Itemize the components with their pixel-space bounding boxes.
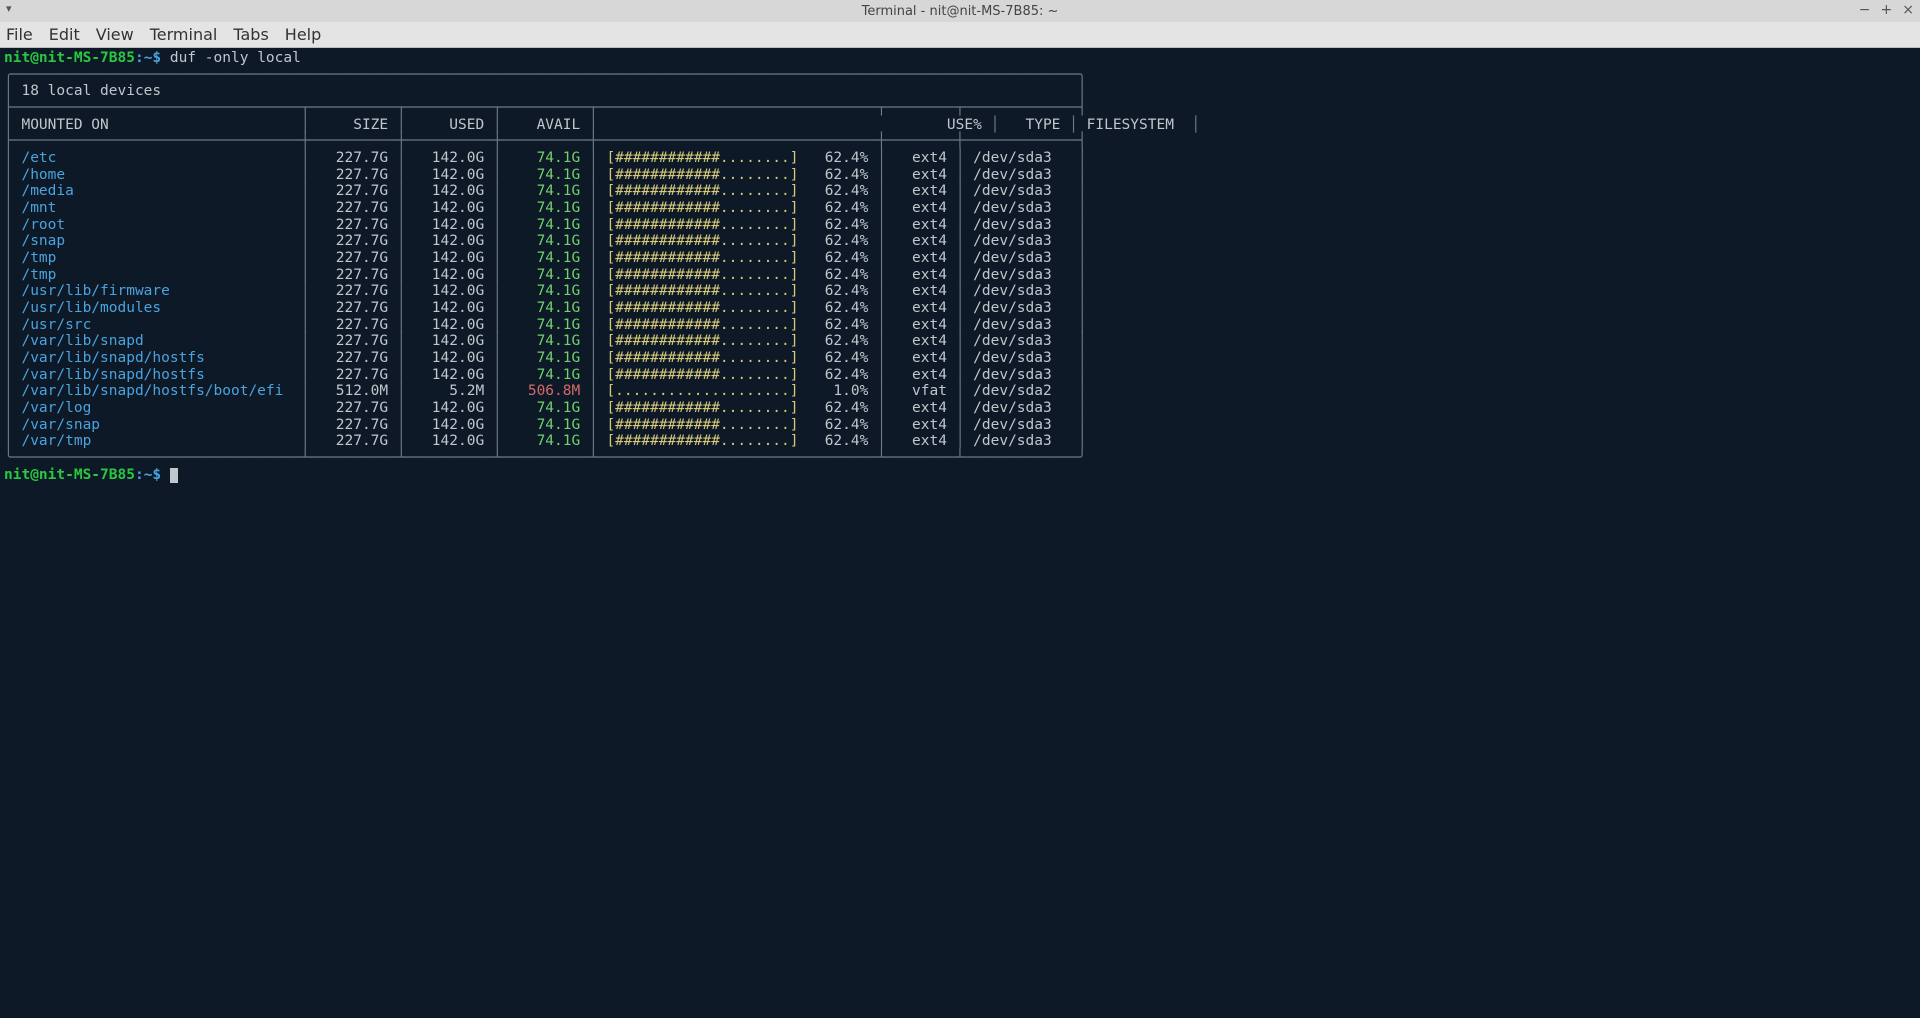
minimize-icon[interactable]: − (1859, 2, 1871, 18)
maximize-icon[interactable]: + (1881, 2, 1893, 18)
menu-terminal[interactable]: Terminal (150, 25, 218, 44)
window-title: Terminal - nit@nit-MS-7B85: ~ (862, 4, 1059, 19)
terminal-output[interactable]: nit@nit-MS-7B85:~$ duf -only local ╭────… (0, 48, 1920, 1018)
terminal-cursor (170, 468, 178, 483)
menu-edit[interactable]: Edit (49, 25, 80, 44)
menu-tabs[interactable]: Tabs (233, 25, 268, 44)
menu-file[interactable]: File (6, 25, 33, 44)
app-menu-icon[interactable]: ▾ (6, 2, 12, 15)
window-titlebar: ▾ Terminal - nit@nit-MS-7B85: ~ − + × (0, 0, 1920, 22)
close-icon[interactable]: × (1902, 2, 1914, 18)
menu-view[interactable]: View (96, 25, 134, 44)
menubar: File Edit View Terminal Tabs Help (0, 22, 1920, 48)
menu-help[interactable]: Help (285, 25, 321, 44)
